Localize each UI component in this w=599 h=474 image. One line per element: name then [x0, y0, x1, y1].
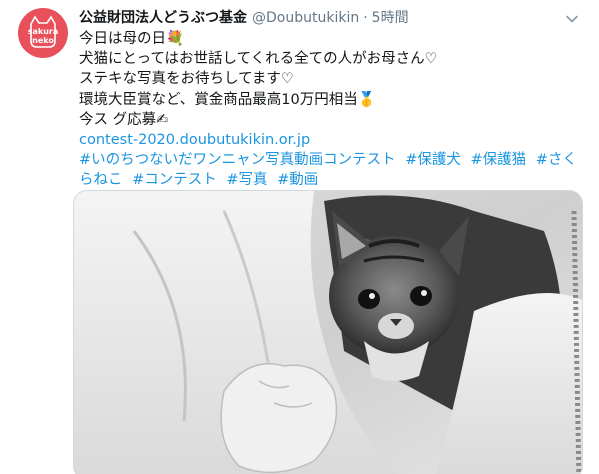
hashtag-list: #いのちつないだワンニャン写真動画コンテスト #保護犬 #保護猫 #さくらねこ … — [79, 150, 579, 190]
tweet-media-image[interactable] — [73, 190, 583, 474]
tweet-header: 公益財団法人どうぶつ基金 @Doubutukikin · 5時間 — [79, 7, 563, 29]
contest-link[interactable]: contest-2020.doubutukikin.or.jp — [79, 132, 310, 148]
user-handle[interactable]: @Doubutukikin — [252, 7, 359, 29]
hashtag-link[interactable]: #動画 — [277, 172, 318, 188]
tweet-text: 今日は母の日💐 犬猫にとってはお世話してくれる全ての人がお母さん♡ ステキな写真… — [79, 29, 579, 191]
tweet-line: 環境大臣賞など、賞金商品最高10万円相当🥇 — [79, 91, 376, 108]
hashtag-link[interactable]: #いのちつないだワンニャン写真動画コンテスト — [79, 152, 396, 168]
kitten-photo-icon — [74, 191, 582, 474]
avatar-logo-text: sakura neko — [27, 27, 59, 45]
tweet-line: 今ス グ応募✍ — [79, 111, 169, 128]
hashtag-link[interactable]: #コンテスト — [132, 172, 217, 188]
hashtag-link[interactable]: #保護犬 — [405, 152, 461, 168]
timestamp[interactable]: 5時間 — [372, 7, 409, 29]
tweet-line: 今日は母の日💐 — [79, 31, 185, 47]
chevron-down-icon[interactable] — [565, 11, 579, 25]
tweet-line: 犬猫にとってはお世話してくれる全ての人がお母さん♡ — [79, 51, 438, 68]
avatar[interactable]: sakura neko — [18, 8, 68, 58]
display-name[interactable]: 公益財団法人どうぶつ基金 — [79, 7, 247, 29]
tweet-line: ステキな写真をお待ちしてます♡ — [79, 71, 294, 88]
hashtag-link[interactable]: #保護猫 — [471, 152, 527, 168]
separator-dot: · — [363, 10, 368, 26]
hashtag-link[interactable]: #写真 — [226, 172, 267, 188]
